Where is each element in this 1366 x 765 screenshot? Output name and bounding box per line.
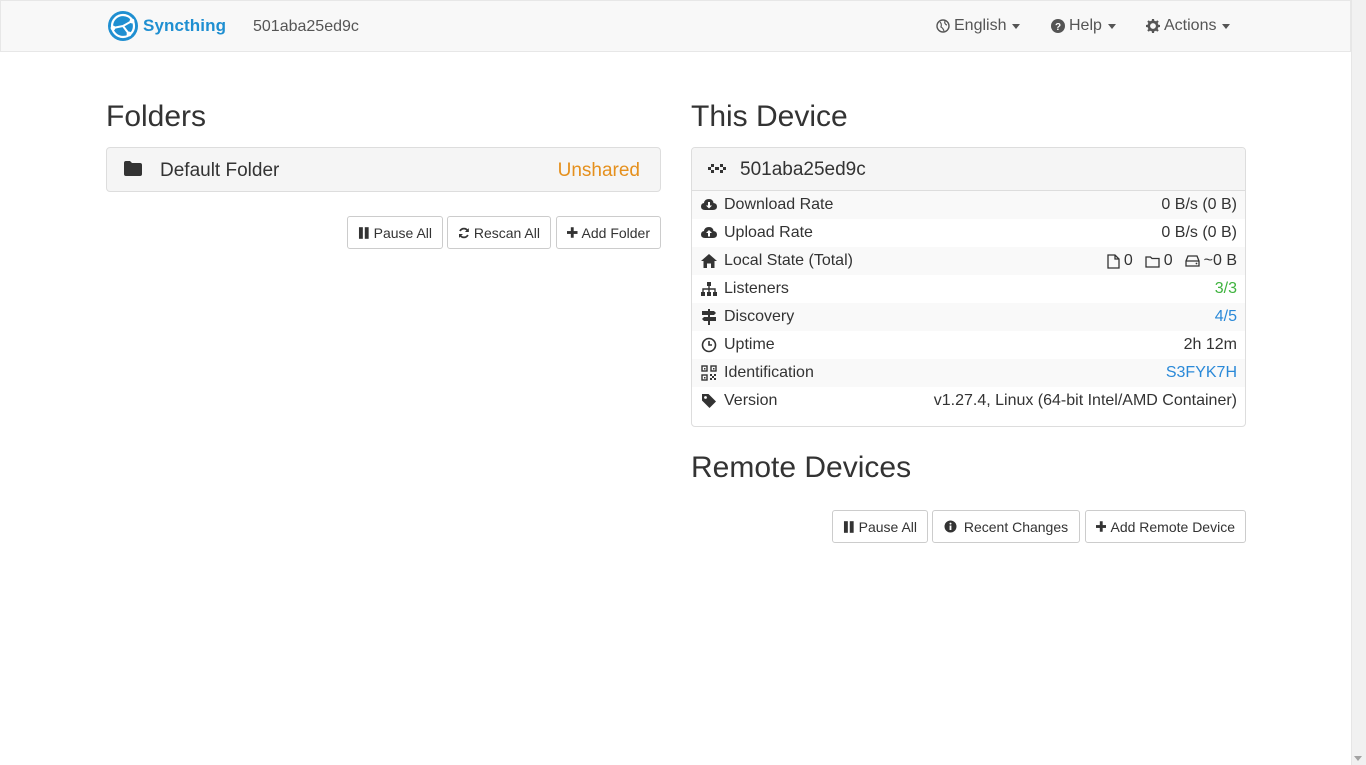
globe-icon: [936, 19, 950, 33]
hdd-icon: [1184, 255, 1200, 267]
local-dirs: 0: [1145, 252, 1173, 270]
this-device-panel: 501aba25ed9c Download Rate 0 B/s (0 B) U…: [691, 147, 1246, 427]
listeners-label: Listeners: [724, 280, 789, 297]
remote-pause-all-label: Pause All: [858, 518, 917, 535]
svg-text:?: ?: [1055, 22, 1061, 33]
remote-devices-heading: Remote Devices: [691, 451, 912, 484]
plus-icon: [567, 227, 578, 238]
tag-icon: [702, 394, 716, 408]
help-menu[interactable]: ? Help: [1051, 17, 1116, 35]
actions-menu[interactable]: Actions: [1146, 17, 1231, 35]
sitemap-icon: [701, 282, 717, 296]
folders-pause-all-button[interactable]: Pause All: [347, 216, 443, 249]
folder-icon: [124, 161, 142, 176]
actions-label: Actions: [1164, 17, 1217, 34]
recent-changes-button[interactable]: Recent Changes: [932, 510, 1080, 543]
version-label: Version: [724, 392, 778, 409]
signpost-icon: [702, 309, 716, 325]
listeners-value[interactable]: 3/3: [1215, 280, 1237, 298]
local-state-value: 0 0 ~0 B: [1107, 252, 1237, 270]
home-icon: [701, 254, 717, 268]
plus-icon: [1096, 521, 1107, 532]
chevron-down-icon: [1107, 23, 1116, 29]
download-rate-label: Download Rate: [724, 196, 834, 213]
local-size-value: ~0 B: [1203, 252, 1237, 269]
download-rate-value: 0 B/s (0 B): [1161, 196, 1237, 213]
uptime-value: 2h 12m: [1183, 336, 1237, 353]
identification-row: Identification S3FYK7H: [692, 359, 1245, 387]
download-rate-row: Download Rate 0 B/s (0 B): [692, 191, 1245, 219]
local-files: 0: [1107, 252, 1133, 270]
clock-icon: [701, 337, 717, 353]
folders-heading: Folders: [106, 100, 207, 133]
local-size: ~0 B: [1184, 252, 1237, 270]
brand-link[interactable]: Syncthing: [107, 10, 226, 42]
pause-icon: [843, 520, 854, 533]
language-menu[interactable]: English: [936, 17, 1021, 35]
local-state-label: Local State (Total): [724, 252, 853, 269]
uptime-row: Uptime 2h 12m: [692, 331, 1245, 359]
upload-rate-row: Upload Rate 0 B/s (0 B): [692, 219, 1245, 247]
discovery-row: Discovery 4/5: [692, 303, 1245, 331]
question-circle-icon: ?: [1051, 19, 1065, 33]
add-folder-button[interactable]: Add Folder: [556, 216, 661, 249]
folder-outline-icon: [1145, 255, 1160, 268]
local-dirs-count: 0: [1163, 252, 1173, 269]
page-scrollbar[interactable]: [1351, 0, 1366, 765]
device-identicon-icon: [708, 164, 726, 173]
help-label: Help: [1069, 17, 1102, 34]
add-remote-device-button[interactable]: Add Remote Device: [1085, 510, 1246, 543]
pause-icon: [358, 226, 369, 239]
version-value: v1.27.4, Linux (64-bit Intel/AMD Contain…: [933, 392, 1237, 409]
discovery-label: Discovery: [724, 308, 795, 325]
upload-rate-value: 0 B/s (0 B): [1161, 224, 1237, 241]
file-icon: [1107, 253, 1120, 269]
this-device-stats: Download Rate 0 B/s (0 B) Upload Rate 0 …: [692, 191, 1245, 415]
listeners-row: Listeners 3/3: [692, 275, 1245, 303]
upload-rate-label: Upload Rate: [724, 224, 813, 241]
rescan-all-label: Rescan All: [473, 224, 540, 241]
version-row: Version v1.27.4, Linux (64-bit Intel/AMD…: [692, 387, 1245, 415]
this-device-heading: This Device: [691, 100, 848, 133]
identification-value[interactable]: S3FYK7H: [1166, 364, 1237, 382]
chevron-down-icon: [1012, 23, 1021, 29]
add-remote-device-label: Add Remote Device: [1110, 518, 1235, 535]
scroll-down-arrow-icon[interactable]: [1354, 756, 1362, 761]
nav-device-name: 501aba25ed9c: [253, 18, 359, 35]
folder-status: Unshared: [557, 160, 640, 181]
chevron-down-icon: [1222, 23, 1231, 29]
folder-panel-default[interactable]: Default Folder Unshared: [106, 147, 661, 192]
discovery-value[interactable]: 4/5: [1215, 308, 1237, 326]
pause-all-label: Pause All: [373, 224, 432, 241]
rescan-all-button[interactable]: Rescan All: [447, 216, 551, 249]
remote-pause-all-button[interactable]: Pause All: [832, 510, 928, 543]
refresh-icon: [458, 227, 469, 238]
recent-changes-label: Recent Changes: [963, 518, 1069, 535]
brand-name: Syncthing: [143, 16, 227, 35]
gear-icon: [1146, 19, 1160, 33]
cloud-download-icon: [701, 199, 717, 210]
qrcode-icon: [701, 365, 717, 381]
top-navbar: Syncthing 501aba25ed9c English ? Help Ac…: [0, 0, 1351, 52]
this-device-name: 501aba25ed9c: [740, 159, 866, 180]
uptime-label: Uptime: [724, 336, 775, 353]
cloud-upload-icon: [701, 227, 717, 238]
syncthing-logo-icon: [108, 11, 138, 41]
folder-label: Default Folder: [160, 160, 280, 181]
identification-label: Identification: [724, 364, 814, 381]
info-circle-icon: [944, 520, 957, 533]
local-files-count: 0: [1123, 252, 1133, 269]
this-device-panel-heading[interactable]: 501aba25ed9c: [692, 148, 1245, 191]
local-state-row: Local State (Total) 0 0 ~0 B: [692, 247, 1245, 275]
language-label: English: [954, 17, 1007, 34]
add-folder-label: Add Folder: [581, 224, 650, 241]
